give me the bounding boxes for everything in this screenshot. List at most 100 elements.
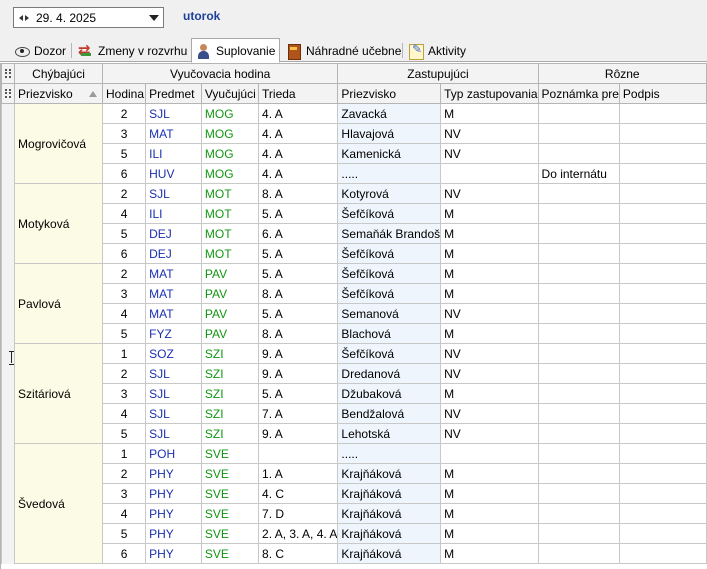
teacher-cell[interactable]: SZI — [200, 383, 260, 404]
substitution-type-cell[interactable]: M — [440, 263, 539, 284]
teacher-cell[interactable]: PAV — [200, 283, 260, 304]
subject-cell[interactable]: MAT — [145, 263, 202, 284]
table-row[interactable]: 3 PHY SVE 4. C Krajňáková M — [0, 483, 707, 504]
substitution-type-cell[interactable]: NV — [440, 363, 539, 384]
row-indicator[interactable] — [0, 523, 16, 544]
substitute-cell[interactable]: Šefčíková — [337, 283, 442, 304]
signature-cell[interactable] — [618, 143, 707, 164]
column-header-teacher[interactable]: Vyučujúci — [200, 83, 260, 104]
substitute-cell[interactable]: Kotyrová — [337, 183, 442, 204]
hour-cell[interactable]: 5 — [101, 143, 147, 164]
class-cell[interactable]: 8. A — [258, 323, 339, 344]
hour-cell[interactable]: 3 — [101, 383, 147, 404]
subject-cell[interactable]: MAT — [145, 123, 202, 144]
class-cell[interactable]: 7. D — [258, 503, 339, 524]
signature-cell[interactable] — [618, 463, 707, 484]
hour-cell[interactable]: 5 — [101, 323, 147, 344]
row-indicator[interactable] — [0, 383, 16, 404]
teacher-cell[interactable]: SVE — [200, 503, 260, 524]
subject-cell[interactable]: MAT — [145, 303, 202, 324]
date-dropdown-button[interactable] — [145, 8, 163, 27]
note-cell[interactable] — [537, 423, 620, 444]
teacher-cell[interactable]: SZI — [200, 423, 260, 444]
column-header-class[interactable]: Trieda — [258, 83, 339, 104]
row-indicator[interactable] — [0, 443, 16, 464]
date-picker[interactable]: 29. 4. 2025 — [13, 7, 164, 28]
class-cell[interactable]: 5. A — [258, 203, 339, 224]
teacher-cell[interactable]: MOT — [200, 243, 260, 264]
note-cell[interactable] — [537, 443, 620, 464]
row-indicator[interactable] — [0, 103, 16, 124]
table-row[interactable]: Motyková 2 SJL MOT 8. A Kotyrová NV — [0, 183, 707, 264]
table-row[interactable]: 4 PHY SVE 7. D Krajňáková M — [0, 503, 707, 524]
note-cell[interactable] — [537, 183, 620, 204]
substitution-type-cell[interactable]: M — [440, 383, 539, 404]
note-cell[interactable] — [537, 263, 620, 284]
table-row[interactable]: Švedová 1 POH SVE..... — [0, 443, 707, 564]
table-row[interactable]: 3 MAT PAV 8. A Šefčíková M — [0, 283, 707, 304]
teacher-cell[interactable]: SVE — [200, 483, 260, 504]
signature-cell[interactable] — [618, 403, 707, 424]
class-cell[interactable]: 7. A — [258, 403, 339, 424]
class-cell[interactable]: 9. A — [258, 363, 339, 384]
note-cell[interactable] — [537, 283, 620, 304]
note-cell[interactable] — [537, 483, 620, 504]
column-header-note[interactable]: Poznámka pre — [537, 83, 620, 104]
note-cell[interactable] — [537, 203, 620, 224]
teacher-cell[interactable]: SVE — [200, 523, 260, 544]
teacher-cell[interactable]: MOG — [200, 103, 260, 124]
teacher-cell[interactable]: SZI — [200, 403, 260, 424]
table-row[interactable]: Mogrovičová 2 SJL MOG 4. A Zavacká M — [0, 103, 707, 184]
hour-cell[interactable]: 4 — [101, 203, 147, 224]
date-value[interactable]: 29. 4. 2025 — [34, 11, 145, 25]
table-row[interactable]: 3 SJL SZI 5. A Džubaková M — [0, 383, 707, 404]
substitute-cell[interactable]: Šefčíková — [337, 263, 442, 284]
table-row[interactable]: 4 MAT PAV 5. A Semanová NV — [0, 303, 707, 324]
substitution-type-cell[interactable]: NV — [440, 423, 539, 444]
hour-cell[interactable]: 2 — [101, 183, 147, 204]
hour-cell[interactable]: 3 — [101, 123, 147, 144]
table-row[interactable]: 6 DEJ MOT 5. A Šefčíková M — [0, 243, 707, 264]
substitution-type-cell[interactable]: M — [440, 223, 539, 244]
substitute-cell[interactable]: Hlavajová — [337, 123, 442, 144]
row-indicator[interactable] — [0, 363, 16, 384]
row-indicator[interactable] — [0, 123, 16, 144]
subject-cell[interactable]: SJL — [145, 383, 202, 404]
substitution-type-cell[interactable] — [440, 163, 539, 184]
absent-teacher-cell[interactable]: Švedová — [14, 443, 103, 564]
hour-cell[interactable]: 6 — [101, 543, 147, 564]
signature-cell[interactable] — [618, 363, 707, 384]
subject-cell[interactable]: ILI — [145, 143, 202, 164]
teacher-cell[interactable]: MOT — [200, 183, 260, 204]
subject-cell[interactable]: SJL — [145, 363, 202, 384]
class-cell[interactable]: 5. A — [258, 303, 339, 324]
substitute-cell[interactable]: Blachová — [337, 323, 442, 344]
class-cell[interactable]: 5. A — [258, 263, 339, 284]
substitution-type-cell[interactable]: M — [440, 503, 539, 524]
signature-cell[interactable] — [618, 183, 707, 204]
teacher-cell[interactable]: SZI — [200, 363, 260, 384]
column-header-surname[interactable]: Priezvisko — [14, 83, 103, 104]
tab-suplovanie[interactable]: Suplovanie — [191, 38, 280, 63]
hour-cell[interactable]: 2 — [101, 263, 147, 284]
substitute-cell[interactable]: Krajňáková — [337, 543, 442, 564]
subject-cell[interactable]: SJL — [145, 183, 202, 204]
subject-cell[interactable]: SJL — [145, 403, 202, 424]
hour-cell[interactable]: 4 — [101, 403, 147, 424]
signature-cell[interactable] — [618, 323, 707, 344]
row-indicator[interactable] — [0, 423, 16, 444]
class-cell[interactable]: 2. A, 3. A, 4. A — [258, 523, 339, 544]
class-cell[interactable]: 5. A — [258, 243, 339, 264]
class-cell[interactable]: 4. A — [258, 143, 339, 164]
table-row[interactable]: 5 FYZ PAV 8. A Blachová M — [0, 323, 707, 344]
subject-cell[interactable]: DEJ — [145, 223, 202, 244]
row-indicator[interactable] — [0, 463, 16, 484]
signature-cell[interactable] — [618, 103, 707, 124]
substitute-cell[interactable]: ..... — [337, 163, 442, 184]
substitute-cell[interactable]: Dredanová — [337, 363, 442, 384]
substitution-type-cell[interactable]: M — [440, 103, 539, 124]
class-cell[interactable] — [258, 443, 339, 464]
note-cell[interactable] — [537, 463, 620, 484]
teacher-cell[interactable]: MOT — [200, 203, 260, 224]
signature-cell[interactable] — [618, 163, 707, 184]
